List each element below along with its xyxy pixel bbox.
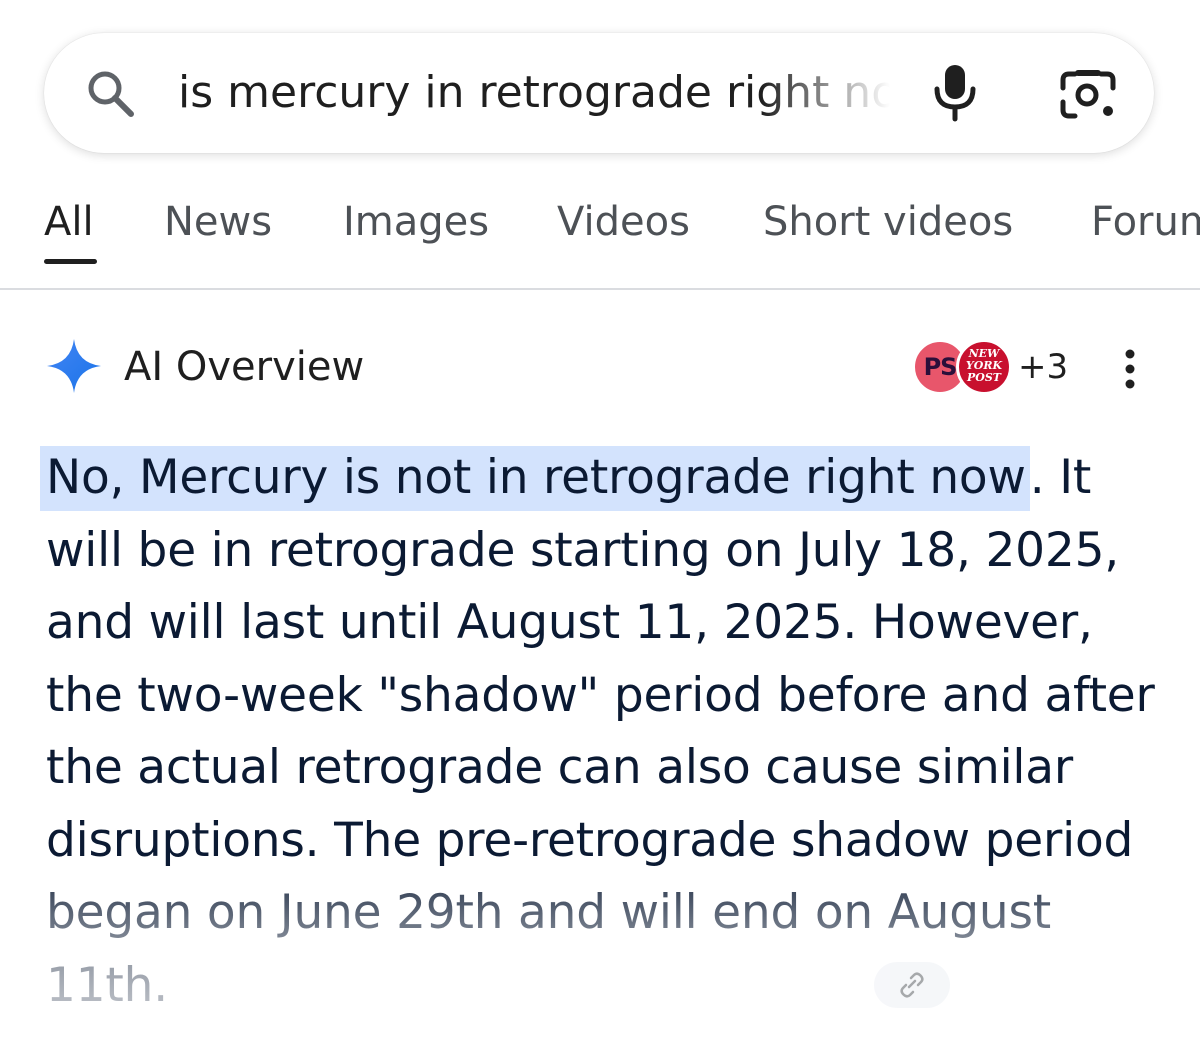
nyp-logo: NEW YORK POST [965,347,1003,384]
active-tab-indicator [44,259,97,264]
search-input[interactable]: is mercury in retrograde right now [178,60,890,130]
citation-link-chip[interactable] [874,962,950,1008]
ai-spark-icon [47,339,101,393]
more-vert-icon[interactable] [1112,346,1148,392]
tab-videos[interactable]: Videos [557,196,690,248]
tab-images[interactable]: Images [343,196,489,248]
tab-all[interactable]: All [44,196,94,248]
search-tabs: All News Images Videos Short videos Foru… [0,190,1200,290]
ai-overview-answer: No, Mercury is not in retrograde right n… [40,442,1166,1022]
tabs-divider [0,288,1200,290]
tab-short-videos[interactable]: Short videos [763,196,1013,248]
tab-forums[interactable]: Forums [1091,196,1200,248]
lens-icon[interactable] [1058,68,1118,122]
source-avatar-new-york-post[interactable]: NEW YORK POST [956,339,1012,395]
tab-news[interactable]: News [164,196,272,248]
answer-highlight: No, Mercury is not in retrograde right n… [40,446,1030,511]
search-icon[interactable] [84,67,138,121]
ai-overview-title: AI Overview [124,344,365,390]
mic-icon[interactable] [930,63,980,123]
search-results-page: is mercury in retrograde right now All N… [0,0,1200,1041]
answer-body: . It will be in retrograde starting on J… [46,450,1155,1013]
link-icon [900,972,924,998]
sources-extra-count[interactable]: +3 [1018,342,1068,392]
